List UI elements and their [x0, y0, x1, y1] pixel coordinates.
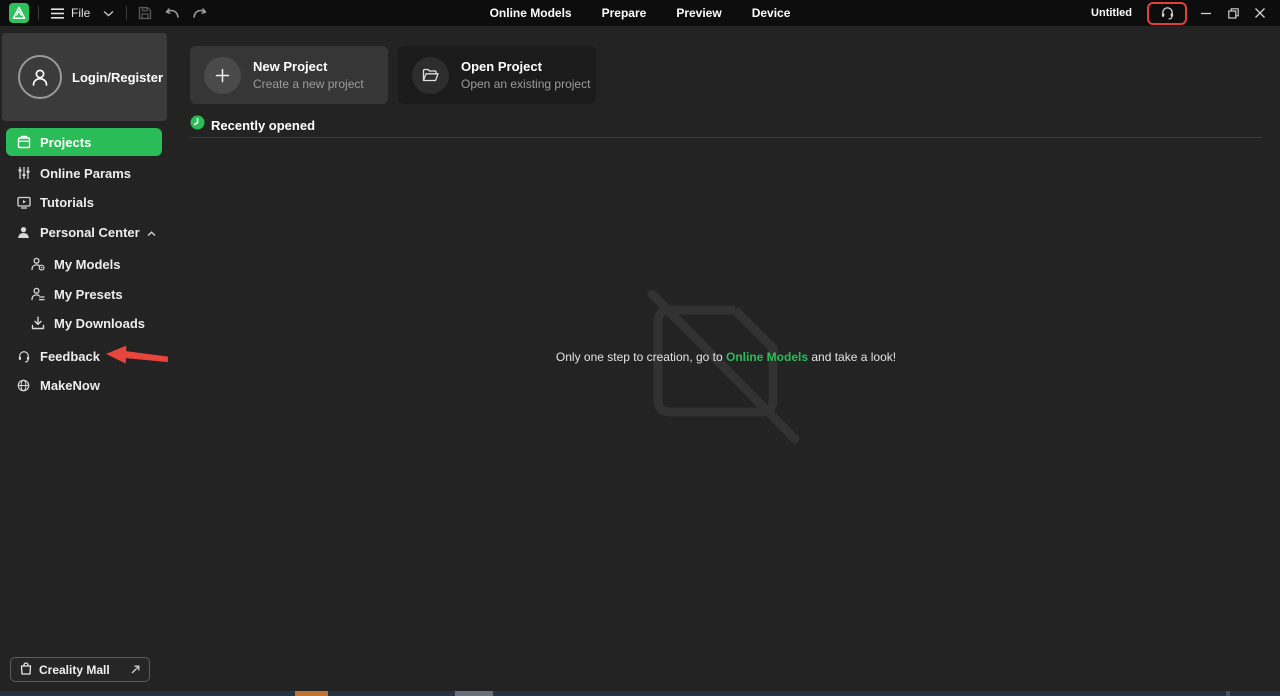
open-project-card[interactable]: Open Project Open an existing project	[398, 46, 596, 104]
empty-state-caption: Only one step to creation, go to Online …	[190, 350, 1262, 364]
close-button[interactable]	[1252, 5, 1268, 21]
sidebar-item-label: Projects	[40, 135, 91, 150]
headset-feedback-icon[interactable]	[1158, 4, 1176, 22]
sidebar-item-label: MakeNow	[40, 378, 100, 393]
sidebar-item-personal-center[interactable]: Personal Center	[0, 221, 172, 243]
sidebar-item-label: Online Params	[40, 166, 131, 181]
nav-device[interactable]: Device	[752, 6, 791, 20]
sidebar-item-my-models[interactable]: My Models	[0, 253, 172, 275]
document-title: Untitled	[1091, 7, 1132, 19]
save-icon[interactable]	[136, 4, 154, 22]
login-register-card[interactable]: Login/Register	[2, 33, 167, 121]
projects-icon	[16, 135, 31, 149]
tutorials-icon	[16, 196, 31, 209]
sidebar-item-label: My Models	[54, 257, 120, 272]
annotation-arrow	[104, 345, 171, 367]
section-divider	[190, 137, 1262, 138]
hamburger-icon	[48, 4, 66, 22]
file-menu-button[interactable]: File	[48, 4, 90, 22]
sidebar-item-label: Tutorials	[40, 195, 94, 210]
sidebar-item-label: My Downloads	[54, 316, 145, 331]
sidebar-item-my-downloads[interactable]: My Downloads	[0, 312, 172, 334]
annotation-highlight-box	[1147, 2, 1187, 25]
new-project-subtitle: Create a new project	[253, 77, 364, 91]
empty-text-after: and take a look!	[808, 350, 896, 364]
download-icon	[30, 316, 45, 330]
avatar-icon	[18, 55, 62, 99]
nav-online-models[interactable]: Online Models	[490, 6, 572, 20]
open-project-title: Open Project	[461, 59, 590, 74]
restore-button[interactable]	[1225, 5, 1241, 21]
sidebar-item-makenow[interactable]: MakeNow	[0, 374, 172, 396]
title-bar: File Online Models Prepare Preview Devic…	[0, 0, 1280, 26]
nav-preview[interactable]: Preview	[676, 6, 721, 20]
new-project-title: New Project	[253, 59, 364, 74]
chevron-down-icon[interactable]	[99, 4, 117, 22]
file-menu-label: File	[71, 6, 90, 20]
open-project-subtitle: Open an existing project	[461, 77, 590, 91]
creality-print-window: File Online Models Prepare Preview Devic…	[0, 0, 1280, 696]
plus-icon	[204, 57, 241, 94]
titlebar-separator	[126, 6, 127, 20]
recently-opened-title: Recently opened	[211, 118, 315, 133]
creality-mall-label: Creality Mall	[39, 663, 110, 677]
sidebar-item-my-presets[interactable]: My Presets	[0, 283, 172, 305]
empty-text-before: Only one step to creation, go to	[556, 350, 726, 364]
empty-state-icon	[640, 282, 805, 447]
taskbar-orange-segment	[295, 691, 328, 696]
redo-icon[interactable]	[190, 4, 208, 22]
sidebar-item-online-params[interactable]: Online Params	[0, 162, 172, 184]
sidebar-item-label: Feedback	[40, 349, 100, 364]
app-logo-icon	[9, 3, 29, 23]
sidebar: Login/Register Projects Online Params Tu…	[0, 26, 172, 696]
globe-icon	[16, 379, 31, 392]
person-icon	[16, 226, 31, 239]
person-gear-icon	[30, 257, 45, 271]
headset-icon	[16, 350, 31, 363]
new-project-card[interactable]: New Project Create a new project	[190, 46, 388, 104]
undo-icon[interactable]	[163, 4, 181, 22]
minimize-button[interactable]	[1198, 5, 1214, 21]
shopping-bag-icon	[20, 662, 32, 678]
sidebar-item-label: Personal Center	[40, 225, 140, 240]
open-folder-icon	[412, 57, 449, 94]
titlebar-separator	[38, 6, 39, 20]
main-nav: Online Models Prepare Preview Device	[490, 0, 791, 26]
person-sliders-icon	[30, 287, 45, 301]
external-link-icon	[131, 663, 140, 677]
titlebar-right-group: Untitled	[1091, 2, 1280, 25]
login-register-label: Login/Register	[72, 70, 163, 85]
taskbar-tick-segment	[1226, 691, 1230, 696]
taskbar-gray-segment	[455, 691, 493, 696]
chevron-up-icon	[147, 225, 156, 240]
online-models-link[interactable]: Online Models	[726, 350, 808, 364]
sidebar-item-tutorials[interactable]: Tutorials	[0, 191, 172, 213]
nav-prepare[interactable]: Prepare	[602, 6, 647, 20]
sidebar-item-label: My Presets	[54, 287, 123, 302]
sidebar-item-projects[interactable]: Projects	[6, 128, 162, 156]
sliders-icon	[16, 166, 31, 180]
creality-mall-button[interactable]: Creality Mall	[10, 657, 150, 682]
clock-icon	[190, 115, 205, 135]
recently-opened-header: Recently opened	[190, 115, 315, 135]
taskbar-edge	[0, 691, 1280, 696]
titlebar-left-group: File	[0, 0, 208, 26]
